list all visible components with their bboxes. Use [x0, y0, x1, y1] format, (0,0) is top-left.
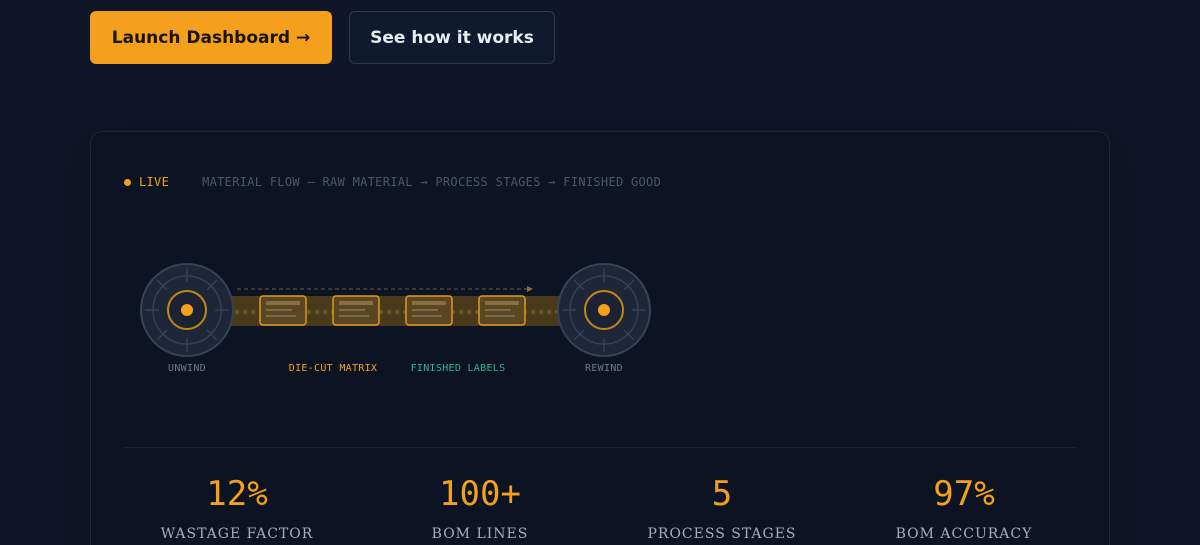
die-cut-matrix-caption: DIE-CUT MATRIX: [288, 363, 378, 374]
stat-value: 100+: [439, 474, 521, 514]
launch-dashboard-button[interactable]: Launch Dashboard →: [90, 11, 332, 64]
card-divider: [124, 447, 1076, 448]
stat-value: 97%: [933, 474, 995, 514]
page: Launch Dashboard → See how it works LIVE…: [0, 0, 1200, 545]
material-flow-diagram: [140, 263, 651, 357]
cta-row: Launch Dashboard → See how it works: [90, 11, 555, 64]
stat-value: 5: [711, 474, 733, 514]
stat-label: BOM ACCURACY: [895, 526, 1033, 542]
stats-row: 12% WASTAGE FACTOR 100+ BOM LINES 5 PROC…: [124, 472, 1080, 545]
stat-process-stages: 5 PROCESS STAGES: [602, 472, 842, 542]
stat-bom-lines: 100+ BOM LINES: [360, 472, 600, 542]
stat-label: PROCESS STAGES: [647, 526, 797, 542]
finished-labels-caption: FINISHED LABELS: [410, 363, 506, 374]
stat-value: 12%: [206, 474, 268, 514]
label-icon: [332, 295, 380, 326]
stat-bom-accuracy: 97% BOM ACCURACY: [844, 472, 1084, 542]
rewind-caption: REWIND: [585, 363, 623, 374]
stat-label: BOM LINES: [431, 526, 529, 542]
label-icon: [259, 295, 307, 326]
unwind-caption: UNWIND: [168, 363, 206, 374]
see-how-it-works-button[interactable]: See how it works: [349, 11, 555, 64]
label-icon: [405, 295, 453, 326]
stat-label: WASTAGE FACTOR: [160, 526, 314, 542]
material-flow-card: LIVE MATERIAL FLOW — RAW MATERIAL → PROC…: [90, 131, 1110, 545]
label-icon: [478, 295, 526, 326]
stat-wastage-factor: 12% WASTAGE FACTOR: [117, 472, 357, 542]
unwind-roll-icon: [140, 263, 234, 357]
flow-arrow-head-icon: [527, 286, 533, 292]
rewind-roll-icon: [557, 263, 651, 357]
